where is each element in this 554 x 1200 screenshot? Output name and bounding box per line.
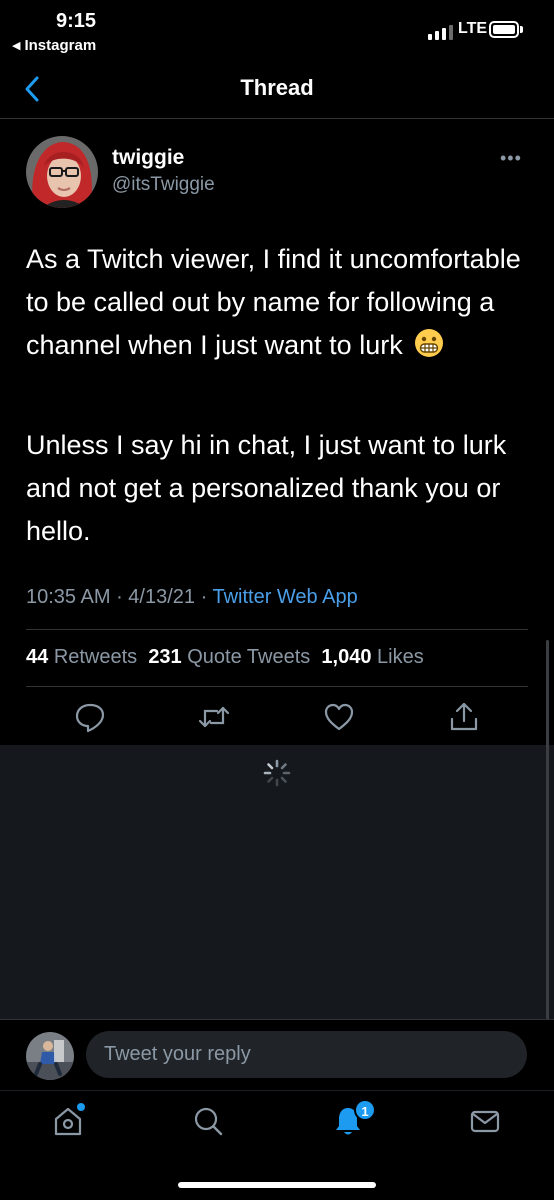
author-display-name[interactable]: twiggie (112, 146, 184, 170)
retweets-stat[interactable]: 44 Retweets (26, 646, 137, 668)
cellular-signal-icon (428, 22, 454, 40)
share-button[interactable] (447, 700, 481, 734)
quotes-label: Quote Tweets (187, 646, 311, 668)
retweets-count: 44 (26, 646, 49, 668)
tweet-time: 10:35 AM (26, 586, 111, 608)
likes-stat[interactable]: 1,040 Likes (321, 646, 423, 668)
tweet-text-1: As a Twitch viewer, I find it uncomforta… (26, 244, 521, 360)
more-options-icon[interactable]: ••• (500, 148, 522, 169)
tweet-source-link[interactable]: Twitter Web App (212, 586, 357, 608)
tab-messages[interactable] (468, 1104, 502, 1138)
battery-tip (520, 26, 523, 33)
scrollbar[interactable] (546, 640, 549, 1020)
tweet-text-paragraph-2: Unless I say hi in chat, I just want to … (26, 430, 507, 546)
reply-divider (0, 1019, 554, 1020)
user-avatar-image (26, 1032, 74, 1080)
header-divider (0, 118, 554, 119)
retweet-icon (198, 706, 230, 728)
reply-input[interactable]: Tweet your reply (86, 1031, 527, 1078)
quotes-stat[interactable]: 231 Quote Tweets (148, 646, 310, 668)
home-indicator[interactable] (178, 1182, 376, 1188)
author-avatar[interactable] (26, 136, 98, 208)
stats-divider (26, 686, 528, 687)
mail-icon (470, 1110, 500, 1133)
tweet-date: 4/13/21 (128, 586, 196, 608)
network-type: LTE (458, 20, 488, 37)
back-app-label: Instagram (24, 37, 97, 54)
tweet-text-paragraph-1: As a Twitch viewer, I find it uncomforta… (26, 238, 530, 367)
back-to-app-link[interactable]: ◀ Instagram (12, 37, 96, 54)
tabbar-divider (0, 1090, 554, 1091)
like-button[interactable] (322, 700, 356, 734)
author-handle[interactable]: @itsTwiggie (112, 174, 215, 196)
tweet-meta: 10:35 AM · 4/13/21 · Twitter Web App (26, 586, 358, 608)
likes-count: 1,040 (321, 646, 372, 668)
user-avatar[interactable] (26, 1032, 74, 1080)
retweet-button[interactable] (197, 700, 231, 734)
back-triangle-icon: ◀ (12, 40, 21, 52)
tab-search[interactable] (191, 1104, 225, 1138)
retweets-label: Retweets (53, 646, 138, 668)
quotes-count: 231 (148, 646, 182, 668)
likes-label: Likes (377, 646, 424, 668)
battery-icon (489, 21, 519, 38)
loading-spinner-icon (262, 758, 292, 788)
avatar-image (26, 136, 98, 208)
reply-button[interactable] (73, 700, 107, 734)
notifications-badge: 1 (354, 1099, 376, 1121)
heart-icon (324, 703, 354, 731)
tweet-stats: 44 Retweets 231 Quote Tweets 1,040 Likes (26, 646, 424, 669)
meta-divider (26, 629, 528, 630)
search-icon (194, 1107, 223, 1136)
share-icon (450, 702, 478, 731)
home-new-indicator (77, 1103, 85, 1111)
page-title: Thread (240, 75, 314, 100)
comment-icon (75, 703, 105, 733)
status-time: 9:15 (56, 10, 97, 32)
grimacing-face-icon (415, 329, 444, 357)
